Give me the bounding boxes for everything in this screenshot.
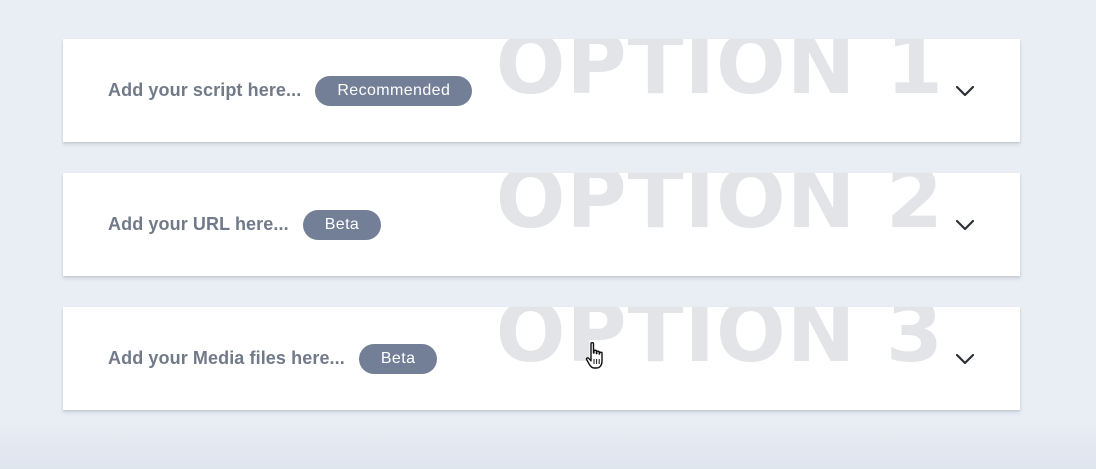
option-label: Add your Media files here...	[108, 348, 345, 368]
option-card-1[interactable]: OPTION 1 Add your script here... Recomme…	[63, 39, 1020, 142]
option-label: Add your script here...	[108, 80, 302, 100]
beta-badge: Beta	[302, 209, 382, 240]
option-card-2[interactable]: OPTION 2 Add your URL here... Beta	[63, 173, 1020, 276]
beta-badge: Beta	[358, 343, 438, 374]
option-card-3[interactable]: OPTION 3 Add your Media files here... Be…	[63, 307, 1020, 410]
chevron-down-icon[interactable]	[954, 216, 976, 234]
option-header: Add your URL here... Beta	[108, 173, 382, 276]
option-watermark: OPTION 2	[495, 173, 944, 247]
option-header: Add your Media files here... Beta	[108, 307, 438, 410]
option-watermark: OPTION 3	[495, 307, 944, 381]
option-watermark: OPTION 1	[495, 39, 944, 113]
option-header: Add your script here... Recommended	[108, 39, 473, 142]
page-bottom-shade	[0, 419, 1096, 469]
option-label: Add your URL here...	[108, 214, 289, 234]
recommended-badge: Recommended	[315, 75, 473, 106]
chevron-down-icon[interactable]	[954, 82, 976, 100]
chevron-down-icon[interactable]	[954, 350, 976, 368]
